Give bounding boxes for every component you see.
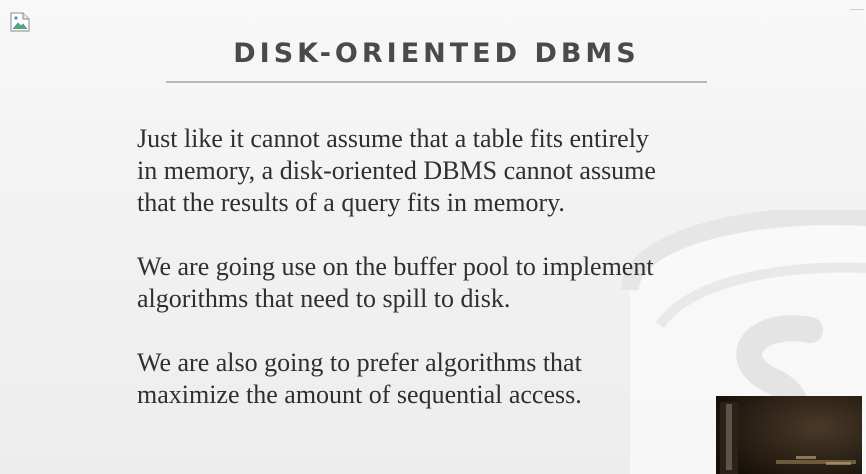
paragraph-line: algorithms that need to spill to disk. [137, 284, 511, 313]
paragraph-2: We are going use on the buffer pool to i… [137, 251, 757, 315]
paragraph-line: that the results of a query fits in memo… [137, 188, 565, 217]
video-frame-icon [716, 396, 862, 474]
lecture-slide: DISK-ORIENTED DBMS Just like it cannot a… [0, 0, 866, 474]
paragraph-line: maximize the amount of sequential access… [137, 380, 582, 409]
slide-body: Just like it cannot assume that a table … [137, 123, 757, 443]
paragraph-3: We are also going to prefer algorithms t… [137, 347, 757, 411]
window-edge-line [850, 9, 864, 10]
paragraph-line: in memory, a disk-oriented DBMS cannot a… [137, 156, 656, 185]
paragraph-line: Just like it cannot assume that a table … [137, 124, 649, 153]
presenter-video-thumbnail[interactable] [716, 396, 862, 474]
paragraph-line: We are also going to prefer algorithms t… [137, 348, 582, 377]
broken-image-icon [10, 12, 30, 32]
slide-title: DISK-ORIENTED DBMS [233, 38, 640, 69]
title-divider [166, 81, 707, 83]
paragraph-1: Just like it cannot assume that a table … [137, 123, 757, 219]
paragraph-line: We are going use on the buffer pool to i… [137, 252, 654, 281]
